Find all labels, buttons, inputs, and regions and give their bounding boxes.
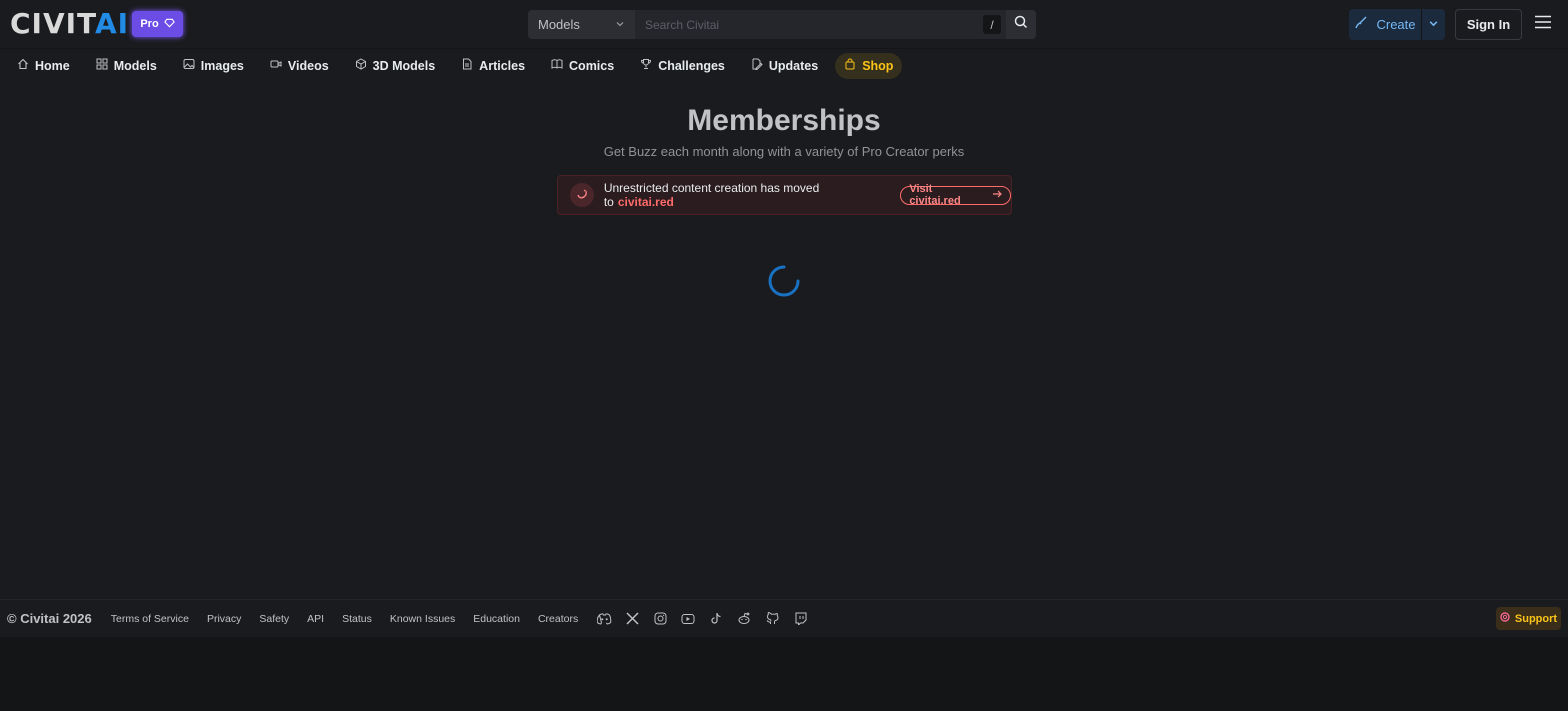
grid-icon (96, 58, 108, 73)
nav-item-videos[interactable]: Videos (261, 53, 338, 79)
main-nav: Home Models Images Videos 3D Models Arti… (0, 48, 1568, 82)
pro-button[interactable]: Pro (132, 11, 183, 37)
create-dropdown-button[interactable] (1422, 9, 1445, 40)
search-input[interactable] (635, 10, 1006, 39)
sign-in-button[interactable]: Sign In (1455, 9, 1522, 40)
main-content: Memberships Get Buzz each month along wi… (0, 82, 1568, 599)
alert-message: Unrestricted content creation has moved … (604, 181, 891, 209)
shopping-bag-icon (844, 58, 856, 73)
search-shortcut-key: / (983, 15, 1001, 34)
nav-item-3d-models[interactable]: 3D Models (346, 53, 445, 79)
search-category-value: Models (538, 17, 580, 32)
alert-link-label: Visit civitai.red (909, 183, 961, 207)
nav-label: Home (35, 58, 70, 73)
search-bar: Models / (528, 10, 1036, 39)
footer-link-terms[interactable]: Terms of Service (111, 613, 189, 625)
nav-item-articles[interactable]: Articles (452, 53, 534, 79)
chevron-down-icon (615, 17, 625, 32)
chili-pepper-icon (570, 183, 594, 207)
page-title: Memberships (687, 104, 881, 137)
visit-civitai-red-button[interactable]: Visit civitai.red (900, 183, 1012, 207)
book-icon (551, 58, 563, 73)
create-button[interactable]: Create (1349, 9, 1421, 40)
nav-label: Articles (479, 58, 526, 73)
nav-item-models[interactable]: Models (87, 53, 166, 79)
nav-label: Updates (768, 58, 819, 73)
nav-label: Comics (569, 58, 615, 73)
nav-item-home[interactable]: Home (8, 53, 79, 79)
footer-link-education[interactable]: Education (473, 613, 520, 625)
nav-item-comics[interactable]: Comics (542, 53, 623, 79)
nav-item-shop[interactable]: Shop (835, 52, 903, 79)
support-button[interactable]: Support (1496, 607, 1561, 630)
chevron-down-icon (1428, 16, 1439, 34)
arrow-right-icon (992, 189, 1002, 202)
footer: © Civitai 2026 Terms of Service Privacy … (0, 599, 1568, 637)
trophy-icon (640, 58, 652, 73)
search-button[interactable] (1006, 10, 1036, 39)
nav-label: 3D Models (372, 58, 436, 73)
file-pencil-icon (751, 58, 763, 73)
alert-highlight: civitai.red (617, 195, 674, 209)
twitch-icon[interactable] (792, 611, 808, 627)
create-label: Create (1376, 17, 1416, 32)
support-label: Support (1514, 612, 1558, 625)
nav-label: Shop (862, 58, 894, 73)
hamburger-menu-button[interactable] (1532, 14, 1554, 34)
discord-icon[interactable] (596, 611, 612, 627)
menu-icon (1534, 15, 1552, 34)
footer-link-status[interactable]: Status (342, 613, 372, 625)
pro-label: Pro (140, 18, 159, 30)
lifebuoy-icon (1500, 612, 1510, 625)
nav-label: Models (113, 58, 157, 73)
video-icon (270, 58, 282, 73)
cube-icon (355, 58, 367, 73)
tiktok-icon[interactable] (708, 611, 724, 627)
instagram-icon[interactable] (652, 611, 668, 627)
brush-icon (1354, 16, 1368, 33)
file-text-icon (461, 58, 473, 73)
civitai-logo[interactable]: CIVITAI (10, 7, 130, 40)
nav-label: Images (200, 58, 244, 73)
nav-label: Challenges (658, 58, 725, 73)
footer-link-safety[interactable]: Safety (259, 613, 289, 625)
github-icon[interactable] (764, 611, 780, 627)
page-bottom (0, 637, 1568, 711)
footer-link-api[interactable]: API (307, 613, 324, 625)
nav-item-images[interactable]: Images (174, 53, 253, 79)
search-icon (1014, 15, 1028, 34)
civitai-red-alert: Unrestricted content creation has moved … (557, 175, 1012, 215)
diamond-icon (163, 18, 175, 31)
footer-link-known-issues[interactable]: Known Issues (390, 613, 455, 625)
nav-item-challenges[interactable]: Challenges (631, 53, 734, 79)
photo-icon (183, 58, 195, 73)
logo-text: CIVITAI (10, 7, 130, 40)
create-button-group: Create (1349, 9, 1445, 40)
copyright: © Civitai 2026 (7, 611, 92, 626)
home-icon (17, 58, 29, 73)
nav-item-updates[interactable]: Updates (742, 53, 827, 79)
youtube-icon[interactable] (680, 611, 696, 627)
header: CIVITAI Pro Models / Create (0, 0, 1568, 48)
search-category-select[interactable]: Models (528, 10, 635, 39)
social-links (596, 611, 808, 627)
footer-link-creators[interactable]: Creators (538, 613, 578, 625)
loading-spinner (768, 265, 800, 297)
page-subtitle: Get Buzz each month along with a variety… (603, 144, 965, 159)
nav-label: Videos (287, 58, 329, 73)
footer-link-privacy[interactable]: Privacy (207, 613, 241, 625)
x-icon[interactable] (624, 611, 640, 627)
reddit-icon[interactable] (736, 611, 752, 627)
